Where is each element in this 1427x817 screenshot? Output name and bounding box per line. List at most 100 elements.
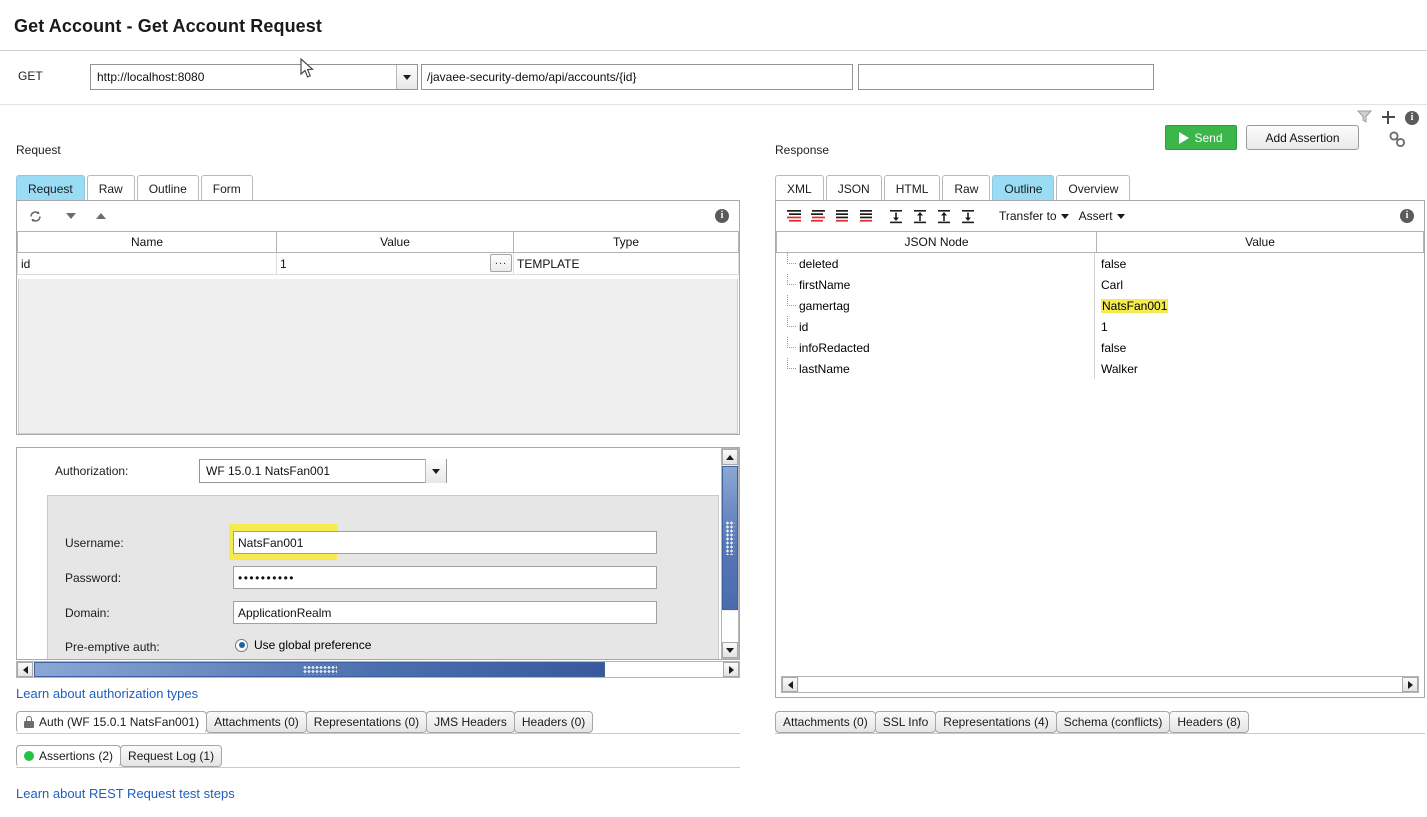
- tree-value-cell[interactable]: NatsFan001: [1095, 295, 1423, 316]
- param-value-text: 1: [280, 256, 287, 271]
- bottom-tab-jms-headers[interactable]: JMS Headers: [426, 711, 515, 733]
- response-tab-ssl-info[interactable]: SSL Info: [874, 711, 937, 733]
- auth-scroll-thumb[interactable]: [722, 466, 738, 610]
- tab-xml[interactable]: XML: [775, 175, 824, 201]
- scroll-left-button[interactable]: [782, 677, 798, 692]
- tree-node-cell[interactable]: id: [777, 316, 1095, 337]
- bottom-tab-request-log[interactable]: Request Log (1): [120, 745, 223, 767]
- tree-node-cell[interactable]: firstName: [777, 274, 1095, 295]
- preemptive-auth-radio[interactable]: Use global preference: [235, 638, 371, 652]
- tab-html[interactable]: HTML: [883, 175, 941, 201]
- tree-value-cell[interactable]: 1: [1095, 316, 1423, 337]
- endpoint-dropdown-arrow[interactable]: [396, 65, 417, 89]
- chevron-down-icon[interactable]: [59, 205, 83, 227]
- param-type-cell[interactable]: TEMPLATE: [513, 252, 739, 275]
- response-outline-toolbar: Transfer to Assert i: [776, 201, 1424, 231]
- move-top-icon[interactable]: [932, 205, 956, 227]
- tree-value-cell[interactable]: false: [1095, 337, 1423, 358]
- tab-request[interactable]: Request: [16, 175, 85, 201]
- request-params-toolbar: i: [17, 201, 739, 231]
- auth-scroll-track[interactable]: [722, 611, 738, 642]
- bottom-tab-representations[interactable]: Representations (0): [305, 711, 428, 733]
- tab-form[interactable]: Form: [200, 175, 253, 201]
- chevron-up-icon[interactable]: [89, 205, 113, 227]
- transfer-to-label: Transfer to: [999, 209, 1057, 223]
- response-horizontal-scrollbar[interactable]: [781, 676, 1419, 693]
- collapse-all-icon[interactable]: [782, 205, 806, 227]
- outline-rows: deleted false firstName Carl gamertag Na…: [777, 253, 1423, 379]
- tree-value-cell[interactable]: Carl: [1095, 274, 1423, 295]
- expand-partial-icon[interactable]: [806, 205, 830, 227]
- param-value-cell[interactable]: 1 ...: [276, 252, 514, 275]
- resource-path-input[interactable]: /javaee-security-demo/api/accounts/{id}: [421, 64, 853, 90]
- scroll-right-button[interactable]: [723, 662, 739, 677]
- bottom-tab-auth[interactable]: Auth (WF 15.0.1 NatsFan001): [16, 711, 208, 733]
- response-tab-representations[interactable]: Representations (4): [935, 711, 1057, 733]
- header-divider: [0, 50, 1427, 51]
- tab-json[interactable]: JSON: [825, 175, 882, 201]
- recycle-icon[interactable]: [23, 205, 47, 227]
- table-row[interactable]: id 1: [777, 316, 1423, 337]
- learn-rest-request-link[interactable]: Learn about REST Request test steps: [16, 786, 235, 801]
- info-icon[interactable]: i: [1405, 110, 1419, 125]
- auth-vertical-scrollbar[interactable]: [721, 448, 739, 659]
- table-row[interactable]: lastName Walker: [777, 358, 1423, 379]
- tree-node-cell[interactable]: gamertag: [777, 295, 1095, 316]
- scroll-right-button[interactable]: [1402, 677, 1418, 692]
- move-bottom-icon[interactable]: [956, 205, 980, 227]
- move-up-icon[interactable]: [908, 205, 932, 227]
- authorization-profile-combo[interactable]: WF 15.0.1 NatsFan001: [199, 459, 447, 483]
- tree-node-cell[interactable]: lastName: [777, 358, 1095, 379]
- response-panel-caption: Response: [775, 143, 830, 157]
- tree-value-cell[interactable]: Walker: [1095, 358, 1423, 379]
- learn-authorization-types-link[interactable]: Learn about authorization types: [16, 686, 198, 701]
- table-row[interactable]: id 1 ... TEMPLATE: [17, 252, 739, 275]
- query-string-input[interactable]: [858, 64, 1154, 90]
- tab-outline[interactable]: Outline: [136, 175, 199, 201]
- table-row[interactable]: deleted false: [777, 253, 1423, 274]
- response-info-icon[interactable]: i: [1400, 209, 1414, 223]
- auth-hscroll-track[interactable]: [605, 662, 723, 677]
- scroll-left-button[interactable]: [17, 662, 33, 677]
- response-tab-schema[interactable]: Schema (conflicts): [1055, 711, 1171, 733]
- tab-overview[interactable]: Overview: [1056, 175, 1131, 201]
- auth-hscroll-thumb[interactable]: [34, 662, 605, 677]
- table-row[interactable]: infoRedacted false: [777, 337, 1423, 358]
- password-input[interactable]: ••••••••••: [233, 566, 657, 589]
- scroll-down-button[interactable]: [722, 642, 738, 658]
- assert-menu[interactable]: Assert: [1074, 209, 1130, 223]
- username-input[interactable]: NatsFan001: [233, 531, 657, 554]
- password-value: ••••••••••: [238, 570, 296, 585]
- response-tab-attachments[interactable]: Attachments (0): [775, 711, 876, 733]
- endpoint-value: http://localhost:8080: [97, 70, 205, 84]
- transfer-to-menu[interactable]: Transfer to: [994, 209, 1074, 223]
- tree-node-cell[interactable]: deleted: [777, 253, 1095, 274]
- tab-raw[interactable]: Raw: [86, 175, 135, 201]
- authorization-form-container: Authorization: WF 15.0.1 NatsFan001 User…: [16, 447, 740, 660]
- bottom-tab-assertions[interactable]: Assertions (2): [16, 745, 122, 767]
- bottom-tab-attachments[interactable]: Attachments (0): [206, 711, 307, 733]
- request-params-info-icon[interactable]: i: [715, 209, 729, 223]
- tree-value-cell[interactable]: false: [1095, 253, 1423, 274]
- bottom-tab-headers[interactable]: Headers (0): [513, 711, 594, 733]
- filter-funnel-icon[interactable]: [1356, 109, 1373, 126]
- tree-node-label: firstName: [799, 277, 851, 292]
- move-down-icon[interactable]: [884, 205, 908, 227]
- auth-horizontal-scrollbar[interactable]: [16, 661, 740, 678]
- table-row[interactable]: firstName Carl: [777, 274, 1423, 295]
- plus-icon[interactable]: [1382, 111, 1395, 124]
- param-name-cell[interactable]: id: [17, 252, 277, 275]
- response-hscroll-track[interactable]: [799, 677, 1402, 692]
- table-row[interactable]: gamertag NatsFan001: [777, 295, 1423, 316]
- authorization-dropdown-arrow[interactable]: [425, 459, 446, 483]
- tab-outline[interactable]: Outline: [992, 175, 1055, 201]
- domain-input[interactable]: ApplicationRealm: [233, 601, 657, 624]
- response-tab-headers[interactable]: Headers (8): [1169, 711, 1249, 733]
- expand-all-icon[interactable]: [830, 205, 854, 227]
- collapse-partial-icon[interactable]: [854, 205, 878, 227]
- param-value-editor-button[interactable]: ...: [490, 254, 512, 272]
- tree-node-cell[interactable]: infoRedacted: [777, 337, 1095, 358]
- tab-raw[interactable]: Raw: [942, 175, 991, 201]
- endpoint-combo[interactable]: http://localhost:8080: [90, 64, 418, 90]
- scroll-up-button[interactable]: [722, 449, 738, 465]
